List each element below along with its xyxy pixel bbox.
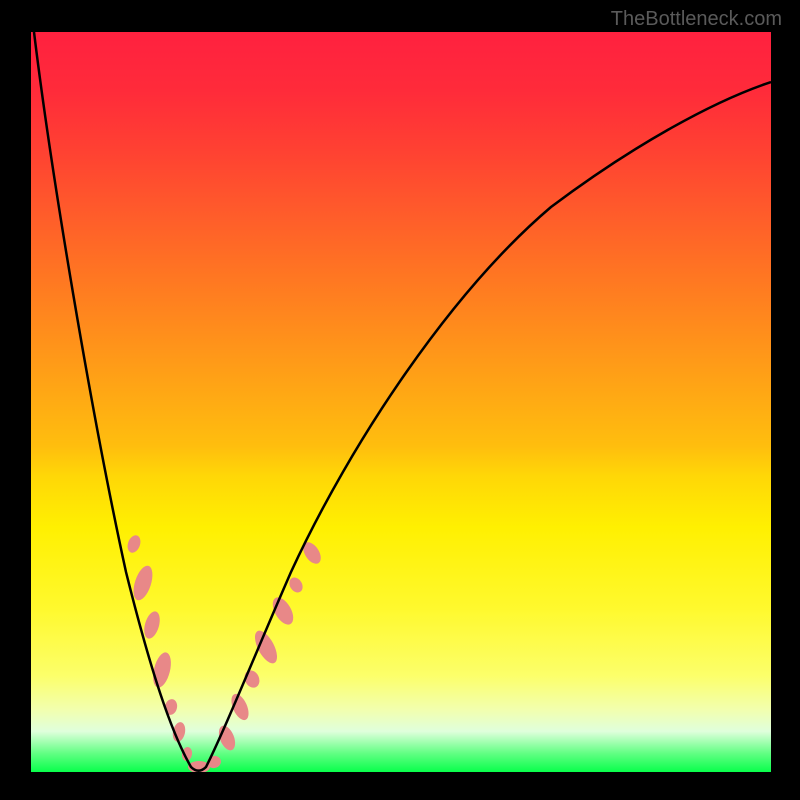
chart-plot-area	[31, 32, 771, 772]
data-point	[228, 691, 252, 722]
bottleneck-curve	[34, 32, 771, 771]
data-points-group	[125, 533, 324, 772]
data-point	[125, 533, 142, 554]
watermark-text: TheBottleneck.com	[611, 8, 782, 31]
data-point	[130, 563, 156, 602]
chart-svg	[31, 32, 771, 772]
data-point	[141, 610, 162, 641]
